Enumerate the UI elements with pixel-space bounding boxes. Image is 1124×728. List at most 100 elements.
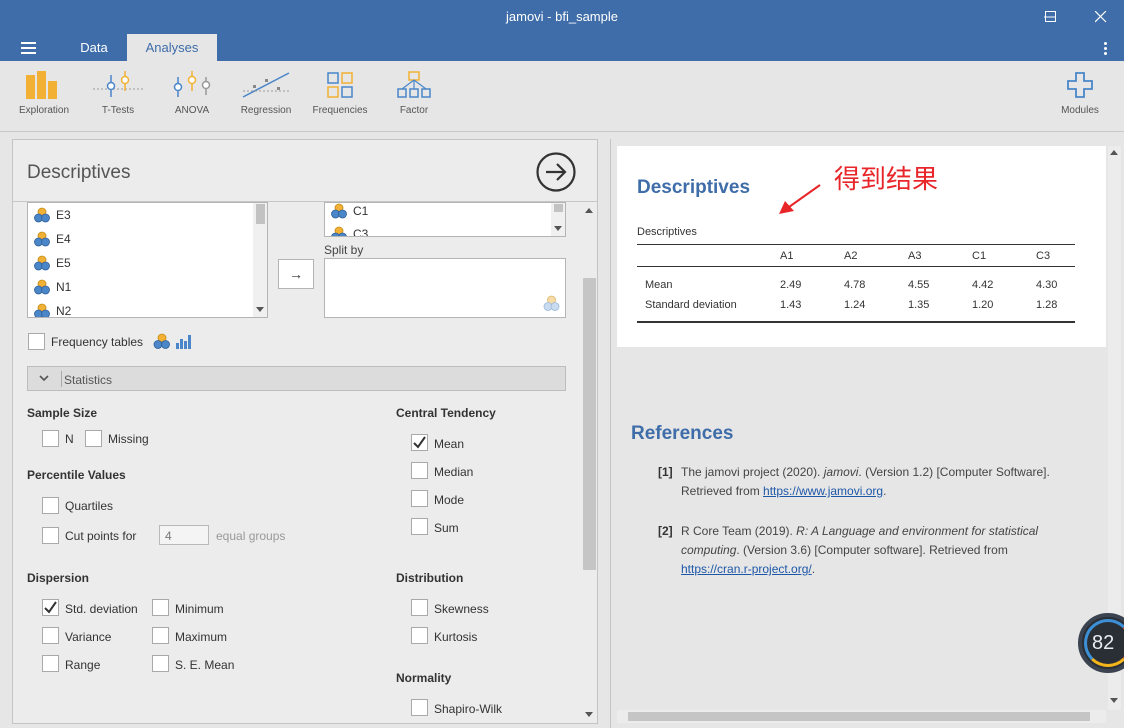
hamburger-menu-icon[interactable] [18,40,42,56]
table-cell: 2.49 [780,279,802,291]
cut-points-checkbox[interactable] [42,527,59,544]
tab-bar: Data Analyses [0,34,1124,61]
arrow-right-icon: → [289,266,303,282]
mode-checkbox[interactable] [411,490,428,507]
list-scrollbar[interactable] [253,203,267,317]
ttest-icon [93,71,143,97]
checkmark-icon [413,436,426,449]
nominal-variable-icon [543,295,560,311]
bar-chart-icon [26,71,57,99]
reference-1: The jamovi project (2020). jamovi. (Vers… [681,465,1050,479]
table-row-label: Mean [645,279,673,291]
cut-points-input[interactable]: 4 [159,525,209,545]
variance-checkbox[interactable] [42,627,59,644]
statistics-section-header[interactable]: Statistics [27,366,566,391]
continuous-variable-icon [34,231,50,247]
table-cell: 1.28 [1036,299,1058,311]
column-header: C1 [972,250,987,262]
tab-analyses[interactable]: Analyses [127,34,217,61]
frequencies-button[interactable]: Frequencies [308,71,372,129]
range-checkbox[interactable] [42,655,59,672]
table-cell: 1.20 [972,299,994,311]
column-header: C3 [1036,250,1051,262]
column-header: A2 [844,250,858,262]
continuous-variable-icon [331,203,347,219]
window-title: jamovi - bfi_sample [506,9,618,24]
bar-chart-small-icon [176,335,191,349]
split-by-label: Split by [324,243,364,257]
chevron-down-icon [39,375,49,382]
column-header: A3 [908,250,922,262]
tab-data[interactable]: Data [62,34,126,61]
quartiles-checkbox[interactable] [42,497,59,514]
table-row-label: Standard deviation [645,299,737,311]
anova-icon [173,71,211,97]
column-header: A1 [780,250,794,262]
frequency-tables-checkbox[interactable] [28,333,45,350]
cran-link[interactable]: https://cran.r-project.org/ [681,562,812,576]
sum-checkbox[interactable] [411,518,428,535]
exploration-button[interactable]: Exploration [12,71,76,129]
results-panel: Descriptives 得到结果 Descriptives A1 A2 A3 … [610,139,1123,728]
std-deviation-checkbox[interactable] [42,599,59,616]
list-scrollbar[interactable] [551,203,565,236]
factor-icon [397,71,431,98]
maximize-icon [1045,11,1056,22]
factor-button[interactable]: Factor [382,71,446,129]
table-cell: 4.42 [972,279,994,291]
kurtosis-checkbox[interactable] [411,627,428,644]
options-scrollbar[interactable] [581,202,597,723]
maximum-checkbox[interactable] [152,627,169,644]
skewness-checkbox[interactable] [411,599,428,616]
analysis-ribbon: Exploration T-Tests ANOVA Regression Fre… [0,61,1124,132]
maximize-button[interactable] [1033,0,1079,34]
table-cell: 1.43 [780,299,802,311]
selected-variables-list[interactable]: C1 C3 [324,202,566,237]
move-variable-button[interactable]: → [278,259,314,289]
continuous-variable-icon [331,226,347,236]
title-bar: jamovi - bfi_sample [0,0,1124,34]
continuous-variable-icon [34,255,50,271]
missing-checkbox[interactable] [85,430,102,447]
more-options-icon[interactable] [1100,41,1112,55]
nominal-variable-icon [153,333,170,349]
modules-button[interactable]: Modules [1048,71,1112,129]
panel-title: Descriptives [27,162,131,183]
options-panel: Descriptives E3 E4 E5 N1 N2 → C1 C3 Spli… [12,139,598,724]
continuous-variable-icon [34,279,50,295]
jamovi-link[interactable]: https://www.jamovi.org [763,484,883,498]
references-title: References [631,423,734,444]
close-button[interactable] [1078,0,1124,34]
results-horizontal-scrollbar[interactable] [617,710,1106,723]
results-title: Descriptives [637,177,751,198]
split-by-list[interactable] [324,258,566,318]
plus-icon [1067,72,1093,98]
table-cell: 1.24 [844,299,866,311]
table-caption: Descriptives [637,226,697,238]
checkmark-icon [44,601,57,614]
annotation-arrow-icon [779,184,821,214]
mean-checkbox[interactable] [411,434,428,451]
continuous-variable-icon [34,207,50,223]
annotation-text: 得到结果 [834,165,939,195]
frequencies-icon [327,72,353,98]
regression-button[interactable]: Regression [234,71,298,129]
median-checkbox[interactable] [411,462,428,479]
minimum-checkbox[interactable] [152,599,169,616]
shapiro-wilk-checkbox[interactable] [411,699,428,716]
regression-icon [242,72,290,98]
table-cell: 4.55 [908,279,930,291]
reference-2: R Core Team (2019). R: A Language and en… [681,524,1039,538]
table-cell: 1.35 [908,299,930,311]
n-checkbox[interactable] [42,430,59,447]
arrow-right-circle-icon [536,152,576,192]
table-cell: 4.30 [1036,279,1058,291]
anova-button[interactable]: ANOVA [160,71,224,129]
continuous-variable-icon [34,303,50,317]
se-mean-checkbox[interactable] [152,655,169,672]
ttests-button[interactable]: T-Tests [86,71,150,129]
results-card: Descriptives 得到结果 Descriptives A1 A2 A3 … [617,146,1106,347]
table-cell: 4.78 [844,279,866,291]
run-arrow-button[interactable] [535,151,577,193]
available-variables-list[interactable]: E3 E4 E5 N1 N2 [27,202,268,318]
